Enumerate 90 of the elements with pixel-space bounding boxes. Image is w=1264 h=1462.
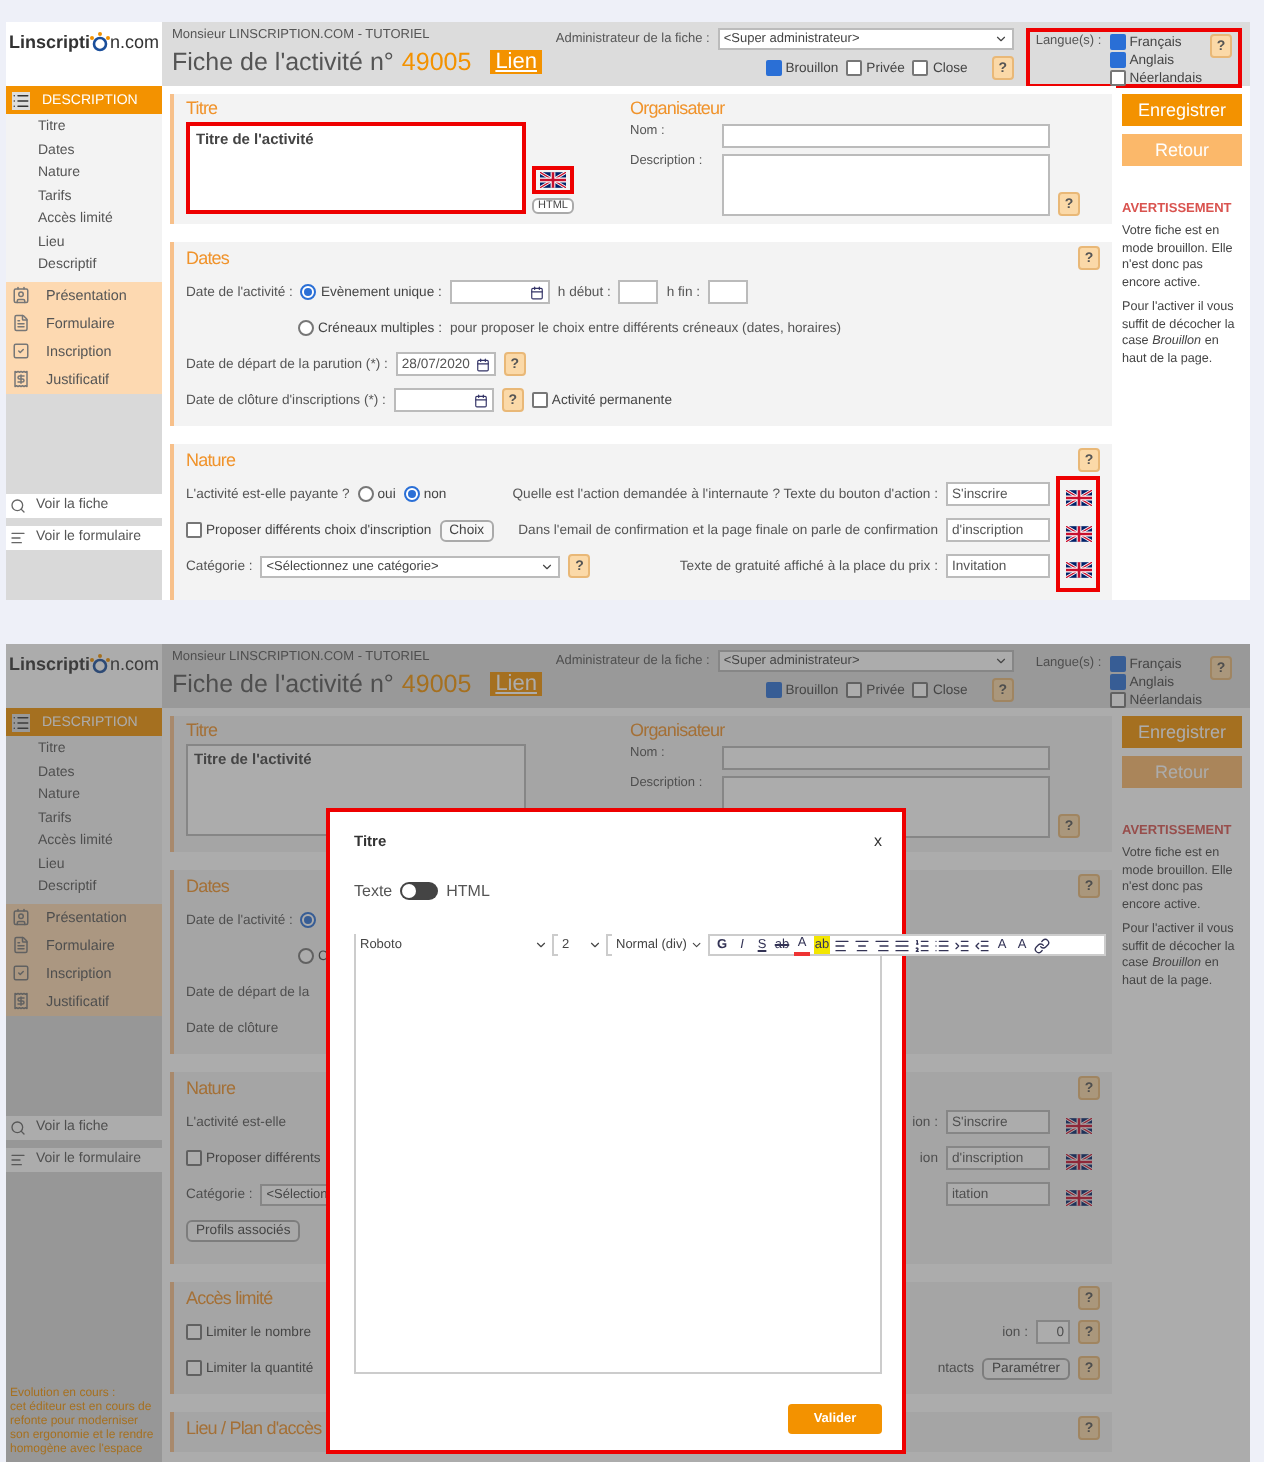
checkbox[interactable] [765,682,782,698]
toggle-label: HTML [446,882,490,900]
checkbox[interactable] [912,682,929,698]
document-icon [12,936,30,954]
date-field[interactable] [393,388,494,412]
radio-button[interactable] [300,912,317,928]
section-title: Titre [186,98,220,118]
link-icon[interactable] [1034,937,1050,953]
lines-icon [10,529,26,545]
section-title: Nature [186,1078,236,1098]
activity-number: 49005 [401,670,472,698]
search-icon [10,1119,26,1135]
section-title: Nature [186,450,236,470]
checkbox[interactable] [186,1324,202,1340]
page-title: Fiche de l'activité n° [172,48,394,76]
calendar-icon[interactable] [473,393,488,407]
list-icon [12,91,30,109]
section-title: Titre [186,720,220,740]
checkbox[interactable] [1109,692,1126,708]
align-center-icon[interactable] [854,937,870,953]
logo-icon [90,32,110,54]
checkbox[interactable] [912,60,929,76]
checkbox[interactable] [186,1150,202,1166]
bullet-list-icon[interactable] [934,937,950,953]
checkbox[interactable] [186,522,202,538]
list-icon [12,713,30,731]
chevron-down-icon [534,938,548,952]
radio-button[interactable] [403,486,420,502]
logo-text: n.com [110,654,160,674]
name-field[interactable] [722,746,1050,770]
name-field[interactable] [722,124,1050,148]
justify-icon[interactable] [894,937,910,953]
receipt-icon [12,992,30,1010]
id-card-icon [12,908,30,926]
uk-flag-icon[interactable] [1065,562,1091,578]
search-icon [10,497,26,513]
calendar-icon[interactable] [529,285,544,299]
activity-number: 49005 [401,48,472,76]
section-title: Accès limité [186,1288,273,1308]
calendar-icon[interactable] [475,357,490,371]
section-title: Lieu / Plan d'accès [186,1418,322,1438]
outdent-icon[interactable] [974,937,990,953]
numbered-list-icon[interactable] [914,937,930,953]
section-title: Dates [186,248,230,268]
lines-icon [10,1151,26,1167]
logo-icon [90,654,110,676]
chevron-down-icon [993,654,1008,668]
time-field[interactable] [708,280,748,304]
language-flag-button[interactable] [532,166,574,194]
checkbox[interactable] [846,60,863,76]
document-icon [12,314,30,332]
checkbox[interactable] [186,1360,202,1376]
chevron-down-icon [993,32,1008,46]
radio-button[interactable] [357,486,374,502]
checkbox[interactable] [1109,674,1126,690]
checkbox[interactable] [1109,656,1126,672]
logo-text: Linscripti [8,654,90,674]
close-button[interactable]: x [874,832,882,850]
checkbox[interactable] [531,392,548,408]
section-title: Organisateur [630,720,727,740]
chevron-down-icon [588,938,602,952]
logo-text: Linscripti [8,32,90,52]
section-title: Dates [186,876,230,896]
radio-button[interactable] [300,284,317,300]
logo-text: n.com [110,32,160,52]
description-field[interactable] [722,154,1050,216]
date-field[interactable] [449,280,550,304]
toggle-label: Texte [354,882,393,900]
mode-switch[interactable] [400,882,439,900]
checkbox-icon [12,342,30,360]
align-left-icon[interactable] [834,937,850,953]
uk-flag-icon[interactable] [1065,490,1091,506]
id-card-icon [12,286,30,304]
align-right-icon[interactable] [874,937,890,953]
uk-flag-icon[interactable] [1065,526,1091,542]
radio-button[interactable] [298,948,314,964]
checkbox-icon [12,964,30,982]
receipt-icon [12,370,30,388]
checkbox[interactable] [1109,52,1126,68]
checkbox[interactable] [1109,34,1126,50]
checkbox[interactable] [1109,70,1126,86]
section-title: Organisateur [630,98,727,118]
time-field[interactable] [618,280,659,304]
chevron-down-icon [540,559,555,573]
indent-icon[interactable] [954,937,970,953]
page-title: Fiche de l'activité n° [172,670,394,698]
checkbox[interactable] [846,682,863,698]
chevron-down-icon [690,938,704,952]
checkbox[interactable] [765,60,782,76]
radio-button[interactable] [298,320,314,336]
